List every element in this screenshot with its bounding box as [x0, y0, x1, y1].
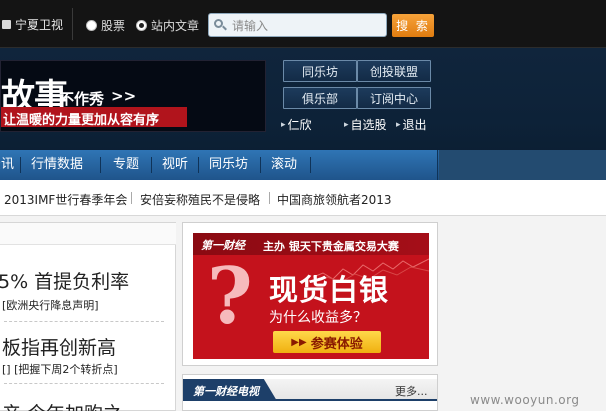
top-bar: 宁夏卫视 股票 站内文章 请输入 搜 索	[0, 0, 606, 48]
nav-divider	[100, 157, 101, 173]
ad-panel: 第一财经 主办 银天下贵金属交易大赛 ? 现货白银 为什么收益多？ ▶▶ 参赛体…	[182, 222, 438, 366]
arrow-right-icon: ▸	[281, 119, 286, 130]
tv-title: 第一财经电视	[193, 385, 259, 398]
search-icon	[214, 19, 227, 31]
tv-panel: 第一财经电视 更多...	[182, 374, 438, 411]
headline-news-panel: 5% 首提负利率 [欧洲央行降息声明] 板指再创新高 [] [把握下周2个转折点…	[0, 222, 176, 411]
banner-medium-text: 不作秀	[59, 90, 105, 108]
watchlist-label: 自选股	[350, 118, 387, 132]
nav-item-topics[interactable]: 专题	[113, 150, 139, 180]
user-link-watchlist[interactable]: ▸ 自选股	[344, 116, 387, 133]
search-placeholder: 请输入	[232, 18, 269, 33]
tv-icon	[2, 19, 11, 29]
channel-label: 宁夏卫视	[15, 17, 64, 32]
news-divider	[4, 321, 164, 322]
nav-item-rolling[interactable]: 滚动	[271, 150, 297, 180]
news-related-links[interactable]: [欧洲央行降息声明]	[2, 297, 99, 313]
promo-banner[interactable]: 故事 不作秀 >> 让温暖的力量更加从容有序	[0, 60, 266, 132]
arrow-right-icon: ▸	[344, 119, 349, 130]
nav-tabs: 资讯 行情数据 专题 视听 同乐坊 滚动	[0, 150, 438, 180]
channel-selector[interactable]: 宁夏卫视	[0, 9, 70, 39]
header-button-tonglefang[interactable]: 同乐坊	[283, 60, 357, 82]
radio-articles-label: 站内文章	[151, 19, 200, 33]
user-link-username[interactable]: ▸ 仁欣	[281, 116, 312, 133]
radio-button-icon[interactable]	[86, 20, 97, 31]
search-button[interactable]: 搜 索	[392, 14, 434, 37]
header-button-club[interactable]: 俱乐部	[283, 87, 357, 109]
nav-divider	[260, 157, 261, 173]
ad-main-text: 现货白银	[269, 273, 390, 307]
more-link[interactable]: 更多...	[395, 383, 428, 399]
news-headline[interactable]: 5% 首提负利率	[0, 267, 129, 294]
question-mark-graphic: ?	[207, 251, 253, 342]
ticker-link[interactable]: 中国商旅领航者2013	[277, 191, 392, 208]
ticker-divider	[269, 192, 270, 204]
double-arrow-icon: ▶▶	[291, 336, 307, 348]
news-related-links[interactable]: [] [把握下周2个转折点]	[2, 361, 118, 377]
hot-topics-bar: 2013IMF世行春季年会 安倍妄称殖民不是侵略 中国商旅领航者2013	[0, 180, 606, 216]
ad-cta-button[interactable]: ▶▶ 参赛体验	[273, 331, 381, 353]
nav-item-tonglefang[interactable]: 同乐坊	[209, 150, 248, 180]
nav-divider	[198, 157, 199, 173]
ad-cta-label: 参赛体验	[310, 336, 363, 352]
search-input[interactable]: 请输入	[208, 13, 387, 37]
radio-button-selected-icon[interactable]	[136, 20, 147, 31]
nav-item-news[interactable]: 资讯	[0, 150, 14, 180]
silver-trading-ad[interactable]: 第一财经 主办 银天下贵金属交易大赛 ? 现货白银 为什么收益多？ ▶▶ 参赛体…	[193, 233, 429, 359]
ad-headline: 主办 银天下贵金属交易大赛	[263, 240, 399, 253]
header-button-chuangtou[interactable]: 创投联盟	[357, 60, 431, 82]
main-nav: 资讯 行情数据 专题 视听 同乐坊 滚动	[0, 150, 606, 180]
tv-tab: 第一财经电视	[183, 379, 277, 401]
news-headline[interactable]: 产 今年加购之	[2, 399, 122, 411]
banner-strip-text: 让温暖的力量更加从容有序	[3, 113, 160, 128]
banner-strip: 让温暖的力量更加从容有序	[1, 107, 187, 128]
radio-articles[interactable]: 站内文章	[136, 17, 199, 34]
ticker-link[interactable]: 安倍妄称殖民不是侵略	[140, 191, 260, 208]
nav-right-area	[439, 150, 606, 180]
ad-sub-text: 为什么收益多？	[269, 310, 367, 326]
tv-panel-header: 第一财经电视 更多...	[183, 379, 437, 401]
user-link-logout[interactable]: ▸ 退出	[396, 116, 427, 133]
header-button-subscribe[interactable]: 订阅中心	[357, 87, 431, 109]
nav-divider	[151, 157, 152, 173]
watermark: www.wooyun.org	[470, 393, 580, 407]
ticker-divider	[131, 192, 132, 204]
nav-divider	[310, 157, 311, 173]
username-label: 仁欣	[287, 118, 312, 132]
news-headline[interactable]: 板指再创新高	[2, 333, 116, 360]
banner-chevron: >>	[111, 87, 137, 105]
divider	[72, 8, 73, 40]
arrow-right-icon: ▸	[396, 119, 401, 130]
nav-divider	[20, 157, 21, 173]
radio-stocks-label: 股票	[101, 19, 126, 33]
radio-stocks[interactable]: 股票	[86, 17, 125, 34]
nav-item-market-data[interactable]: 行情数据	[31, 150, 83, 180]
nav-item-video[interactable]: 视听	[162, 150, 188, 180]
logout-label: 退出	[402, 118, 427, 132]
news-divider	[4, 383, 164, 384]
panel-header	[0, 223, 176, 245]
ticker-link[interactable]: 2013IMF世行春季年会	[4, 191, 127, 208]
right-column	[438, 216, 606, 411]
